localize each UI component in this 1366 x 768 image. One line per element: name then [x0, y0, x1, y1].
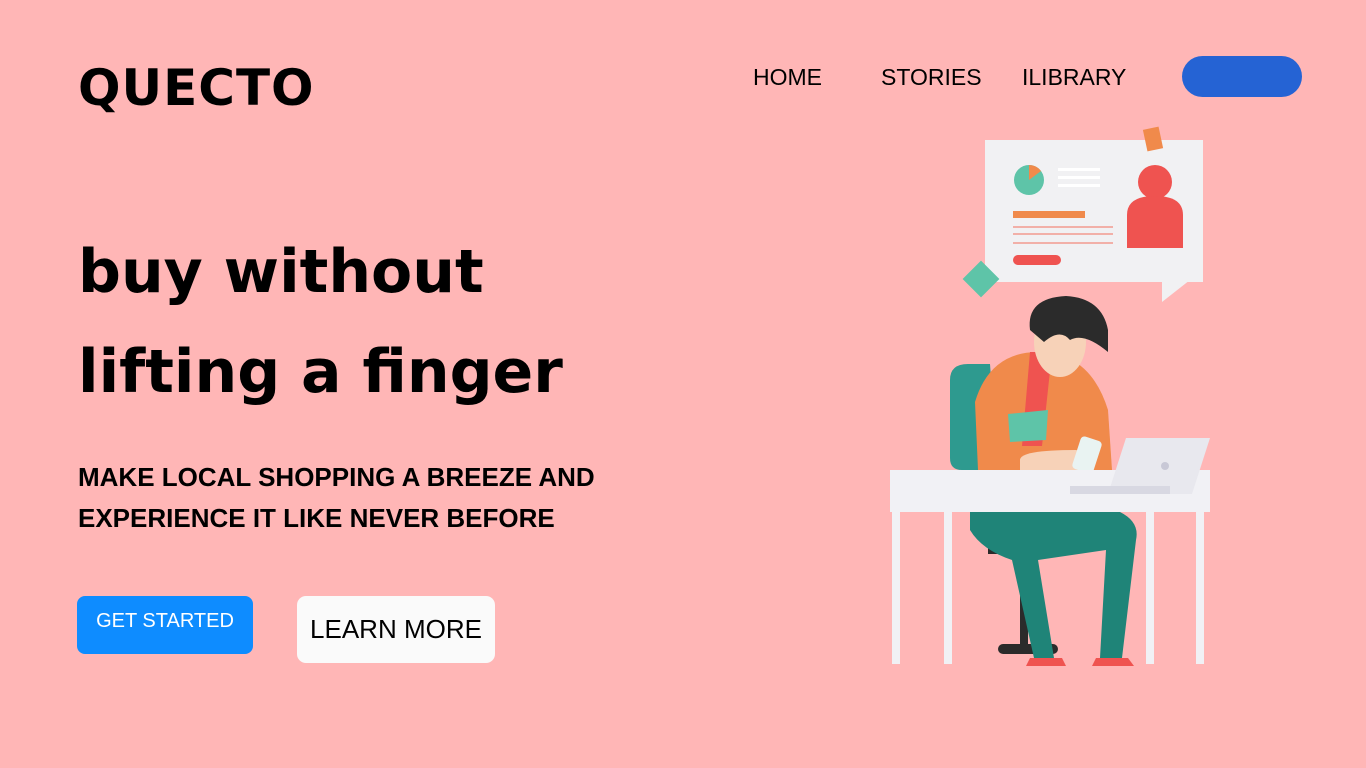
- hero-subheading-line-1: MAKE LOCAL SHOPPING A BREEZE AND: [78, 462, 595, 492]
- nav-cta-button[interactable]: [1182, 56, 1302, 97]
- top-nav: HOME STORIES ILIBRARY: [0, 62, 1366, 92]
- hero-subheading: MAKE LOCAL SHOPPING A BREEZE AND EXPERIE…: [78, 457, 595, 539]
- nav-stories-link[interactable]: STORIES: [881, 62, 982, 92]
- get-started-button[interactable]: GET STARTED: [77, 596, 253, 654]
- profile-card-graphic: [985, 126, 1203, 302]
- person-using-phone-at-desk-illustration: [890, 126, 1210, 666]
- learn-more-button[interactable]: LEARN MORE: [297, 596, 495, 663]
- hero-subheading-line-2: EXPERIENCE IT LIKE NEVER BEFORE: [78, 503, 555, 533]
- hero-headline: buy without lifting a finger: [78, 222, 563, 422]
- hero-headline-line-2: lifting a finger: [78, 337, 563, 407]
- hero-headline-line-1: buy without: [78, 237, 484, 307]
- nav-home-link[interactable]: HOME: [753, 62, 822, 92]
- nav-library-link[interactable]: ILIBRARY: [1022, 62, 1126, 92]
